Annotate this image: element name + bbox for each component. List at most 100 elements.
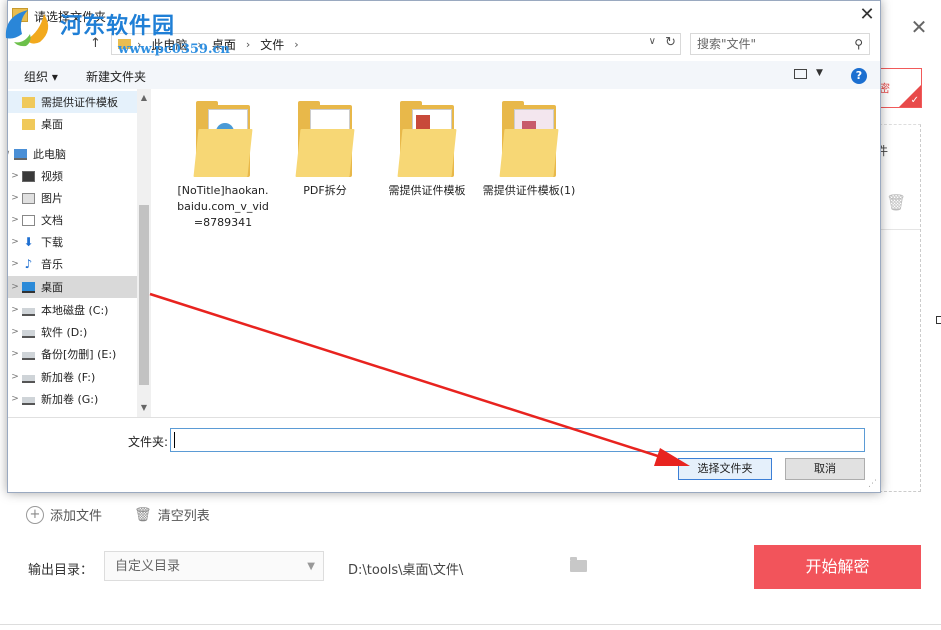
folder-name-input[interactable] [170,428,865,452]
chevron-right-icon[interactable]: > [8,305,22,315]
text-caret [174,432,175,448]
chevron-right-icon[interactable]: > [8,349,22,359]
tree-item-label: 此电脑 [33,148,66,161]
tree-item-pictures[interactable]: > 图片 [8,187,137,209]
navigation-tree: 需提供证件模板 桌面 ∨ 此电脑 > 视频 > 图片 > 文档 > [8,89,151,417]
app-close-button[interactable]: ✕ [906,14,932,40]
search-icon: ⚲ [854,37,863,51]
tree-item-this-pc[interactable]: ∨ 此电脑 [8,143,129,165]
tree-item-desktop[interactable]: > 桌面 [8,276,137,298]
folder-item[interactable]: [NoTitle]haokan.baidu.com_v_vid=8789341 [175,89,271,231]
select-folder-button[interactable]: 选择文件夹 [678,458,772,480]
search-placeholder: 搜索"文件" [697,37,757,51]
tree-item-label: 需提供证件模板 [41,96,118,109]
drive-icon [22,375,35,383]
tree-scrollbar[interactable]: ▲ ▼ [137,89,151,417]
tree-item-drive-e[interactable]: > 备份[勿删] (E:) [8,343,137,365]
tree-item-label: 桌面 [41,281,63,294]
output-dir-value: 自定义目录 [115,559,181,574]
divider [8,417,880,418]
file-view: [NoTitle]haokan.baidu.com_v_vid=8789341 … [151,89,880,417]
watermark-logo-icon [5,10,49,47]
add-file-button[interactable]: + 添加文件 [26,505,102,524]
tree-item-label: 桌面 [41,118,63,131]
chevron-right-icon[interactable]: > [8,237,22,247]
folder-item[interactable]: 需提供证件模板 [379,89,475,199]
folder-icon [499,101,559,179]
help-icon[interactable]: ? [851,68,867,84]
tree-item-desktop-folder[interactable]: 桌面 [8,113,137,135]
resize-grip-icon[interactable]: ⋰ [868,479,877,489]
tree-item-label: 下载 [41,236,63,249]
documents-icon [22,214,35,226]
tree-item-downloads[interactable]: > ⬇ 下载 [8,231,137,253]
start-decrypt-button[interactable]: 开始解密 [754,545,921,589]
clear-list-label: 清空列表 [157,509,210,524]
system-drive-icon [22,308,35,316]
tree-item-documents[interactable]: > 文档 [8,209,137,231]
output-path: D:\tools\桌面\文件\ [348,563,464,578]
chevron-right-icon[interactable]: > [8,372,22,382]
chevron-down-icon: ▼ [307,561,315,572]
browse-folder-icon[interactable] [570,557,587,572]
divider [0,624,941,625]
folder-icon [397,101,457,179]
folder-name: PDF拆分 [303,184,347,197]
desktop-icon [22,281,35,293]
trash-icon[interactable]: 🗑 [886,193,906,212]
tree-item-label: 软件 (D:) [41,326,88,339]
tree-item-label: 本地磁盘 (C:) [41,304,109,317]
tree-item-drive-g[interactable]: > 新加卷 (G:) [8,388,137,410]
view-icon[interactable] [794,69,807,79]
scrollbar-thumb[interactable] [139,205,149,385]
dialog-close-button[interactable]: ✕ [854,3,880,27]
scroll-down-icon[interactable]: ▼ [137,403,151,412]
new-folder-button[interactable]: 新建文件夹 [86,68,146,85]
chevron-right-icon[interactable]: > [8,215,22,225]
tree-item-drive-d[interactable]: > 软件 (D:) [8,321,137,343]
chevron-right-icon[interactable]: > [8,193,22,203]
tree-item-template-folder[interactable]: 需提供证件模板 [8,91,137,113]
folder-item[interactable]: 需提供证件模板(1) [481,89,577,199]
folder-picker-dialog: 请选择文件夹 ✕ ↑ › 此电脑 › 桌面 › 文件 › ∨ ↻ 搜索"文件" … [7,0,881,493]
chevron-right-icon[interactable]: > [8,259,22,269]
chevron-down-icon[interactable]: ▼ [816,68,823,78]
chevron-right-icon[interactable]: > [8,171,22,181]
chevron-down-icon[interactable]: ∨ [649,36,656,47]
tree-item-drive-f[interactable]: > 新加卷 (F:) [8,366,137,388]
clear-list-button[interactable]: 🗑 清空列表 [134,505,210,525]
drive-icon [22,397,35,405]
tree-item-music[interactable]: > ♪ 音乐 [8,253,137,275]
scroll-up-icon[interactable]: ▲ [137,93,151,102]
tree-item-label: 新加卷 (G:) [41,393,99,406]
folder-icon [193,101,253,179]
chevron-right-icon[interactable]: > [8,282,22,292]
chevron-right-icon[interactable]: > [8,327,22,337]
tree-item-videos[interactable]: > 视频 [8,165,137,187]
folder-name: 需提供证件模板 [388,184,466,197]
watermark-title: 河东软件园 [60,14,176,39]
music-icon: ♪ [24,256,33,271]
search-input[interactable]: 搜索"文件" ⚲ [690,33,870,55]
dialog-toolbar: 组织 ▾ 新建文件夹 ▼ ? [8,61,880,90]
cancel-button[interactable]: 取消 [785,458,865,480]
tree-item-label: 视频 [41,170,63,183]
watermark-url: www.pc0359.cn [118,42,230,57]
breadcrumb-files[interactable]: 文件 [260,36,284,53]
folder-name: 需提供证件模板(1) [482,184,576,197]
organize-menu[interactable]: 组织 ▾ [24,68,58,85]
tree-item-drive-c[interactable]: > 本地磁盘 (C:) [8,299,137,321]
resize-handle[interactable] [936,316,941,324]
folder-name: [NoTitle]haokan.baidu.com_v_vid=8789341 [177,184,269,229]
folder-item[interactable]: PDF拆分 [277,89,373,199]
download-icon: ⬇ [23,234,34,249]
pictures-icon [22,192,35,204]
check-icon: ✓ [910,95,919,106]
add-file-label: 添加文件 [50,509,103,524]
refresh-icon[interactable]: ↻ [665,35,676,50]
computer-icon [14,148,27,160]
tree-item-label: 图片 [41,192,63,205]
chevron-right-icon[interactable]: > [8,394,22,404]
plus-circle-icon: + [26,505,44,524]
output-dir-select[interactable]: 自定义目录 ▼ [104,551,324,581]
